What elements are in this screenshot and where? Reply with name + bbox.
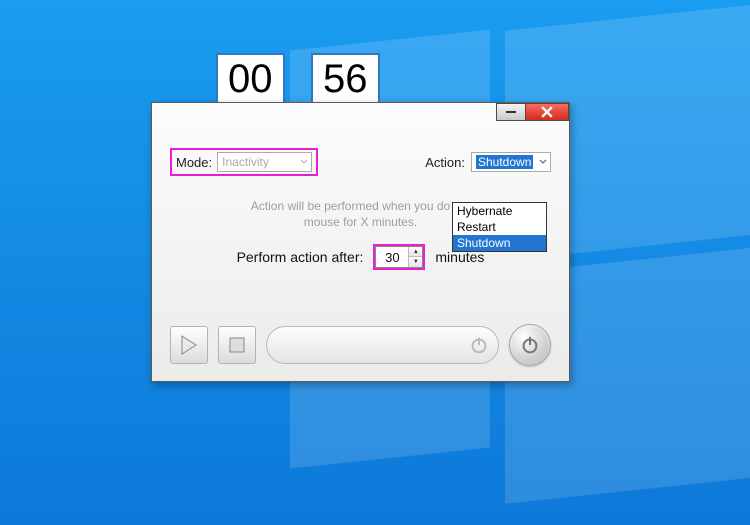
mode-label: Mode: xyxy=(176,155,212,170)
minimize-button[interactable] xyxy=(496,103,526,121)
power-icon xyxy=(519,334,541,356)
perform-label: Perform action after: xyxy=(237,249,364,265)
action-dropdown[interactable]: Shutdown xyxy=(471,152,551,172)
settings-row: Mode: Inactivity Action: Shutdown xyxy=(170,148,551,176)
close-icon xyxy=(541,106,553,118)
play-button[interactable] xyxy=(170,326,208,364)
action-value: Shutdown xyxy=(476,155,533,169)
action-dropdown-list[interactable]: Hybernate Restart Shutdown xyxy=(452,202,547,252)
power-button[interactable] xyxy=(509,324,551,366)
play-icon xyxy=(180,335,198,355)
minutes-spinner[interactable]: 30 ▲ ▼ xyxy=(375,246,423,268)
status-pill[interactable] xyxy=(266,326,499,364)
action-option-hybernate[interactable]: Hybernate xyxy=(453,203,546,219)
stop-icon xyxy=(229,337,245,353)
action-option-restart[interactable]: Restart xyxy=(453,219,546,235)
close-button[interactable] xyxy=(525,103,569,121)
mode-dropdown[interactable]: Inactivity xyxy=(217,152,312,172)
toolbar xyxy=(170,323,551,367)
spinner-up[interactable]: ▲ xyxy=(409,247,422,257)
app-window: Mode: Inactivity Action: Shutdown Action… xyxy=(151,102,570,382)
chevron-down-icon xyxy=(300,158,308,166)
window-content: Mode: Inactivity Action: Shutdown Action… xyxy=(152,138,569,280)
timer-minutes: 00 xyxy=(216,53,285,106)
chevron-down-icon xyxy=(539,158,547,166)
window-titlebar xyxy=(497,103,569,121)
minutes-value: 30 xyxy=(376,250,408,265)
mode-highlight: Mode: Inactivity xyxy=(170,148,318,176)
action-option-shutdown[interactable]: Shutdown xyxy=(453,235,546,251)
action-label: Action: xyxy=(425,155,465,170)
mode-value: Inactivity xyxy=(222,155,269,169)
power-icon xyxy=(468,334,490,356)
stop-button[interactable] xyxy=(218,326,256,364)
timer-seconds: 56 xyxy=(311,53,380,106)
spinner-down[interactable]: ▼ xyxy=(409,257,422,267)
perform-highlight: 30 ▲ ▼ xyxy=(373,244,425,270)
